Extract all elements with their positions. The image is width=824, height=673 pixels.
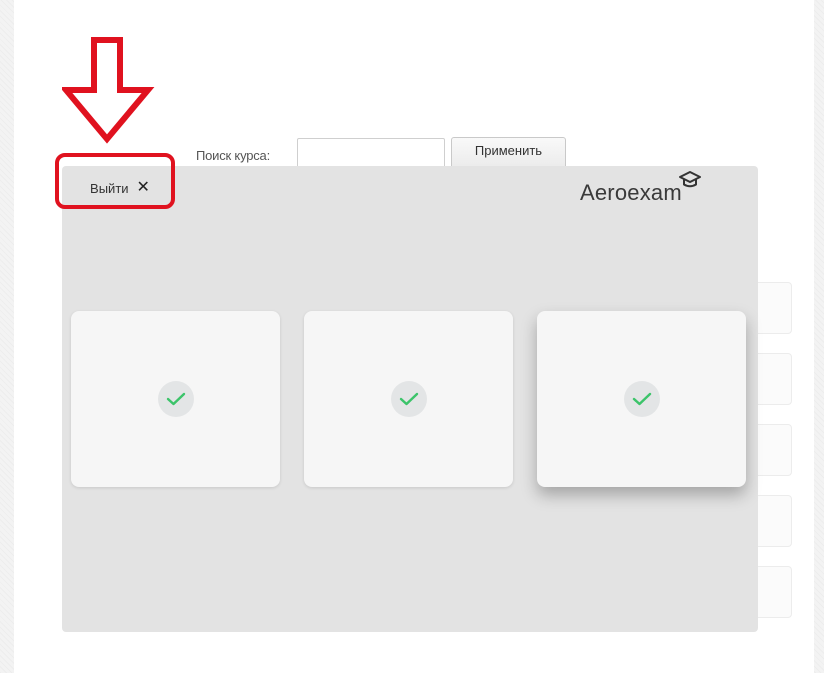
- check-icon: [623, 381, 660, 417]
- course-card[interactable]: [304, 311, 513, 487]
- down-arrow-outline-icon: [62, 37, 155, 144]
- course-card[interactable]: [537, 311, 746, 487]
- search-label: Поиск курса:: [196, 148, 270, 163]
- check-icon: [390, 381, 427, 417]
- graduation-cap-icon: [679, 171, 701, 188]
- course-card[interactable]: [71, 311, 280, 487]
- highlight-box: [55, 153, 175, 209]
- logo-text: Aeroexam: [580, 180, 682, 205]
- check-icon: [157, 381, 194, 417]
- logo: Aeroexam: [580, 171, 710, 212]
